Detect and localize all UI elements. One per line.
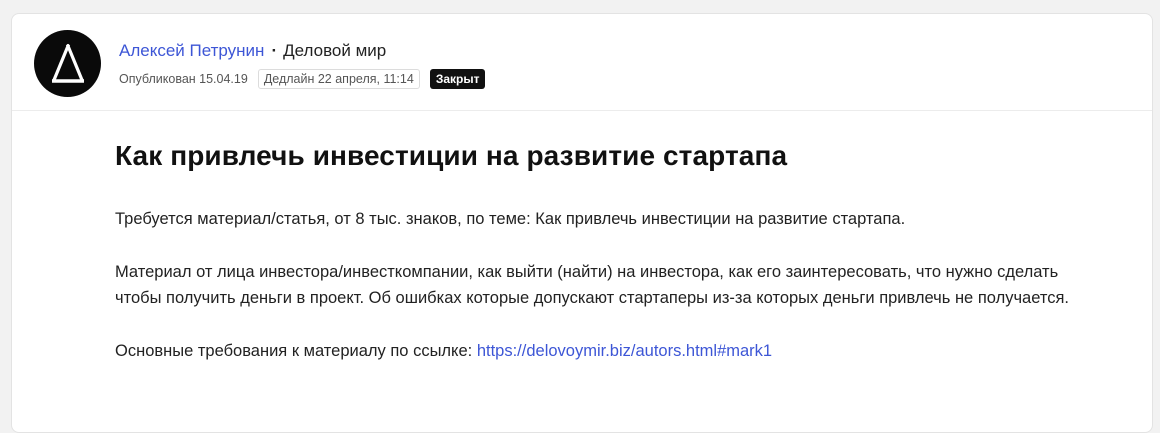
avatar[interactable] <box>34 30 101 97</box>
separator-dot: · <box>271 41 278 60</box>
author-link[interactable]: Алексей Петрунин <box>119 41 264 60</box>
post-content: Как привлечь инвестиции на развитие стар… <box>115 140 1095 364</box>
delta-logo-icon <box>51 43 84 83</box>
post-title: Как привлечь инвестиции на развитие стар… <box>115 140 788 171</box>
post-header: Алексей Петрунин · Деловой мир Опубликован… <box>12 14 1152 111</box>
requirements-link[interactable]: https://delovoymir.biz/autors.html#mark1 <box>477 342 772 360</box>
status-badge: Закрыт <box>429 69 486 89</box>
paragraph-3: Основные требования к материалу по ссылк… <box>115 338 1095 365</box>
requirements-text: Основные требования к материалу по ссылк… <box>115 341 477 360</box>
published-date: Опубликован 15.04.19 <box>119 72 248 86</box>
meta-line: Опубликован 15.04.19 Дедлайн 22 апреля, … <box>119 69 486 89</box>
post-card: Алексей Петрунин · Деловой мир Опубликован… <box>11 13 1153 433</box>
paragraph-2: Материал от лица инвестора/инвесткомпани… <box>115 262 1069 308</box>
deadline-chip: Дедлайн 22 апреля, 11:14 <box>257 69 420 89</box>
paragraph-1: Требуется материал/статья, от 8 тыс. зна… <box>115 210 906 228</box>
author-line: Алексей Петрунин · Деловой мир <box>119 41 386 61</box>
company-link[interactable]: Деловой мир <box>283 41 386 60</box>
